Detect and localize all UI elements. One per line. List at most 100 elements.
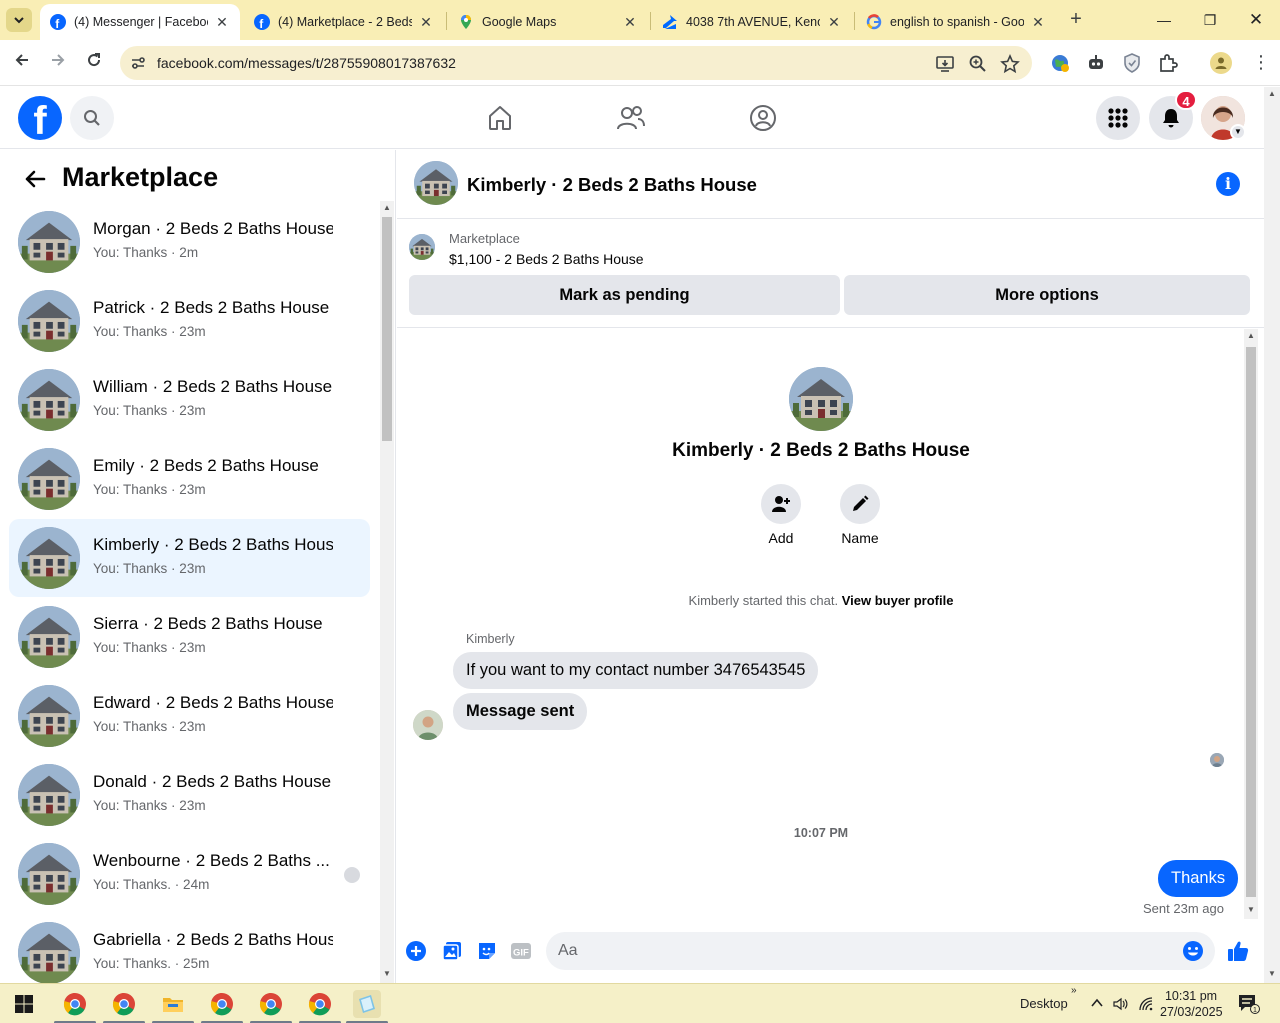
conversation-item[interactable]: Emily · 2 Beds 2 Baths House You: Thanks … (9, 440, 370, 518)
close-icon[interactable]: ✕ (622, 14, 638, 31)
chat-title[interactable]: Kimberly · 2 Beds 2 Baths House (467, 174, 757, 196)
message-bubble[interactable]: If you want to my contact number 3476543… (453, 652, 819, 689)
conversation-list-scrollbar[interactable]: ▲ ▼ (380, 201, 394, 983)
chevron-up-icon[interactable] (1090, 996, 1104, 1013)
site-settings-icon[interactable] (130, 55, 146, 71)
add-person-action[interactable]: Add (751, 484, 811, 546)
conversation-item[interactable]: Sierra · 2 Beds 2 Baths House You: Thanks… (9, 598, 370, 676)
conversation-item[interactable]: Gabriella · 2 Beds 2 Baths House You: Tha… (9, 914, 370, 983)
close-icon[interactable]: ✕ (418, 14, 434, 31)
view-buyer-profile-link[interactable]: View buyer profile (842, 593, 954, 608)
back-button[interactable] (10, 51, 34, 75)
scroll-up-arrow-icon[interactable]: ▲ (1267, 89, 1277, 98)
scrollbar-thumb[interactable] (382, 217, 392, 441)
desktop-toolbar-label[interactable]: Desktop (1020, 996, 1068, 1011)
message-input[interactable]: Aa (546, 932, 1215, 970)
more-actions-button[interactable] (404, 939, 428, 963)
wifi-icon[interactable] (1138, 996, 1154, 1015)
extension-shield-icon[interactable] (1121, 52, 1143, 74)
chat-avatar[interactable] (414, 161, 458, 205)
volume-icon[interactable] (1112, 996, 1128, 1015)
extension-robot-icon[interactable] (1085, 52, 1107, 74)
browser-tab-marketplace[interactable]: f (4) Marketplace - 2 Beds ✕ (244, 4, 444, 40)
gif-button[interactable]: GIF (509, 939, 533, 963)
zoom-icon[interactable] (968, 54, 988, 74)
notification-center-icon[interactable]: 1 (1238, 994, 1260, 1014)
sender-avatar[interactable] (413, 710, 443, 740)
reload-button[interactable] (82, 51, 106, 75)
conversation-item[interactable]: Patrick · 2 Beds 2 Baths House You: Thank… (9, 282, 370, 360)
browser-tab-zillow[interactable]: 4038 7th AVENUE, Kenos ✕ (652, 4, 852, 40)
conversation-item[interactable]: Kimberly · 2 Beds 2 Baths House You: Than… (9, 519, 370, 597)
extension-globe-icon[interactable] (1049, 52, 1071, 74)
scroll-up-arrow-icon[interactable]: ▲ (1246, 331, 1256, 340)
mark-as-pending-button[interactable]: Mark as pending (409, 275, 840, 315)
chevron-right-icon[interactable]: » (1071, 985, 1077, 996)
extensions-puzzle-icon[interactable] (1157, 52, 1179, 74)
taskbar-clock[interactable]: 10:31 pm 27/03/2025 (1160, 988, 1223, 1020)
scrollbar-thumb[interactable] (1246, 347, 1256, 897)
facebook-search-button[interactable] (70, 96, 114, 140)
scroll-down-arrow-icon[interactable]: ▼ (1267, 969, 1277, 978)
taskbar-chrome-5[interactable] (306, 990, 334, 1018)
listing-title[interactable]: $1,100 - 2 Beds 2 Baths House (449, 251, 644, 267)
back-arrow-button[interactable] (22, 166, 48, 192)
browser-tab-messenger[interactable]: f (4) Messenger | Facebook ✕ (40, 4, 240, 40)
sticker-button[interactable] (475, 939, 499, 963)
conversation-item[interactable]: Edward · 2 Beds 2 Baths House You: Thanks… (9, 677, 370, 755)
taskbar-chrome-1[interactable] (61, 990, 89, 1018)
taskbar-notepad[interactable] (353, 990, 381, 1018)
taskbar-chrome-4[interactable] (257, 990, 285, 1018)
thread-scrollbar[interactable]: ▲ ▼ (1244, 329, 1258, 919)
listing-thumbnail[interactable] (409, 234, 435, 260)
page-scrollbar[interactable]: ▲ ▼ (1264, 87, 1280, 983)
browser-tab-google-maps[interactable]: Google Maps ✕ (448, 4, 648, 40)
conversation-item[interactable]: Morgan · 2 Beds 2 Baths House You: Thanks… (9, 203, 370, 281)
home-icon (489, 106, 511, 130)
scroll-down-arrow-icon[interactable]: ▼ (1246, 905, 1256, 914)
menu-grid-button[interactable] (1096, 96, 1140, 140)
groups-nav-button[interactable] (748, 103, 778, 133)
more-options-button[interactable]: More options (844, 275, 1250, 315)
browser-tab-google[interactable]: english to spanish - Goo ✕ (856, 4, 1056, 40)
info-icon[interactable]: i (1216, 172, 1240, 196)
url-text[interactable]: facebook.com/messages/t/2875590801738763… (157, 55, 456, 71)
nickname-action[interactable]: Name (830, 484, 890, 546)
conversation-item[interactable]: Donald · 2 Beds 2 Baths House You: Thanks… (9, 756, 370, 834)
address-bar[interactable]: facebook.com/messages/t/2875590801738763… (120, 46, 1032, 80)
facebook-logo[interactable]: f (18, 96, 62, 140)
taskbar-chrome-2[interactable] (110, 990, 138, 1018)
tab-search-button[interactable] (6, 8, 32, 32)
taskbar-file-explorer[interactable] (159, 990, 187, 1018)
account-caret-icon[interactable]: ▼ (1230, 124, 1246, 140)
browser-profile-button[interactable] (1210, 52, 1232, 74)
conversation-item[interactable]: Wenbourne · 2 Beds 2 Baths ... You: Thank… (9, 835, 370, 913)
edit-name-button[interactable] (840, 484, 880, 524)
forward-button[interactable] (46, 51, 70, 75)
conversation-preview: You: Thanks · 23m (93, 324, 206, 339)
friends-nav-button[interactable] (616, 103, 646, 133)
windows-start-button[interactable] (10, 990, 38, 1018)
conversation-item[interactable]: William · 2 Beds 2 Baths House You: Thank… (9, 361, 370, 439)
close-icon[interactable]: ✕ (1030, 14, 1046, 31)
taskbar-chrome-3[interactable] (208, 990, 236, 1018)
my-message-bubble[interactable]: Thanks (1158, 860, 1239, 897)
scroll-down-arrow-icon[interactable]: ▼ (382, 969, 392, 978)
home-nav-button[interactable] (485, 103, 515, 133)
like-button[interactable] (1226, 939, 1250, 963)
close-icon[interactable]: ✕ (214, 14, 230, 31)
close-icon[interactable]: ✕ (826, 14, 842, 31)
install-app-icon[interactable] (935, 54, 955, 74)
minimize-button[interactable]: — (1152, 8, 1176, 32)
add-person-button[interactable] (761, 484, 801, 524)
emoji-icon[interactable] (1182, 940, 1204, 962)
restore-button[interactable]: ❐ (1198, 8, 1222, 32)
close-window-button[interactable]: ✕ (1244, 8, 1268, 32)
scroll-up-arrow-icon[interactable]: ▲ (382, 203, 392, 212)
conversation-preview: You: Thanks · 2m (93, 245, 199, 260)
attach-photo-button[interactable] (440, 939, 464, 963)
message-bubble[interactable]: Message sent (453, 693, 588, 730)
browser-menu-button[interactable]: ⋮ (1250, 52, 1272, 74)
new-tab-button[interactable]: + (1064, 8, 1088, 32)
bookmark-star-icon[interactable] (1000, 54, 1020, 74)
